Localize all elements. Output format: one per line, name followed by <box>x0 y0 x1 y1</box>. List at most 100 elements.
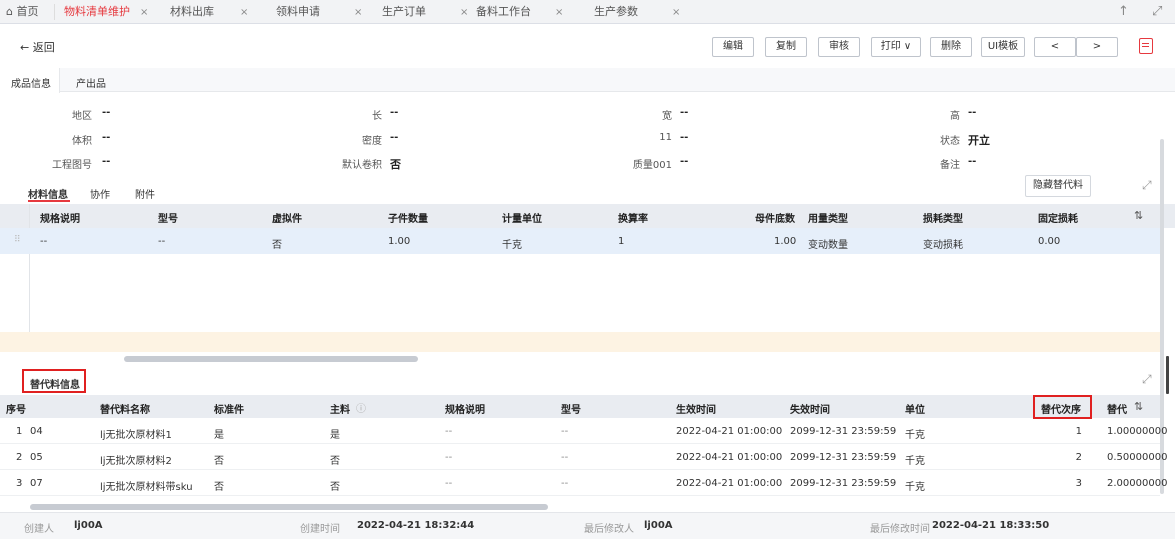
copy-button[interactable]: 复制 <box>765 37 807 57</box>
field-value-density: -- <box>390 132 399 143</box>
tab-production-order[interactable]: 生产订单 × <box>382 0 468 24</box>
back-button[interactable]: ← 返回 <box>20 39 55 55</box>
column-header[interactable]: 损耗类型 <box>923 210 963 225</box>
column-header[interactable]: 虚拟件 <box>272 210 302 225</box>
drag-handle-icon[interactable]: ⠿ <box>14 235 21 245</box>
close-icon[interactable]: × <box>354 7 362 18</box>
field-label-width: 宽 <box>662 111 672 122</box>
column-header[interactable]: 替代 <box>1107 401 1127 416</box>
horizontal-scrollbar[interactable] <box>124 356 418 362</box>
column-header[interactable]: 母件底数 <box>755 210 795 225</box>
prev-button[interactable]: < <box>1034 37 1076 57</box>
main-panel: ← 返回 编辑 复制 审核 打印 ∨ 删除 UI模板 < > 成品信息 产出品 … <box>0 24 1175 551</box>
field-value-status: 开立 <box>968 134 990 147</box>
cell: -- <box>40 236 48 247</box>
close-icon[interactable]: × <box>460 7 468 18</box>
cell: 千克 <box>905 482 925 493</box>
tab-material-outbound[interactable]: 材料出库 × <box>170 0 248 24</box>
tab-product-info[interactable]: 成品信息 <box>11 75 51 90</box>
creator-value: lj00A <box>74 520 103 531</box>
tab-output-products[interactable]: 产出品 <box>76 75 106 90</box>
print-button[interactable]: 打印 ∨ <box>871 37 921 57</box>
field-value-remark: -- <box>968 156 977 167</box>
field-value-volume: -- <box>102 132 111 143</box>
column-header[interactable]: 主料 <box>330 401 350 416</box>
tab-label: 物料清单维护 <box>64 5 130 18</box>
close-icon[interactable]: × <box>555 7 563 18</box>
fullscreen-icon[interactable]: ⤢ <box>1152 4 1162 19</box>
column-header[interactable]: 单位 <box>905 401 925 416</box>
field-label-volume: 体积 <box>72 136 92 147</box>
column-settings-icon[interactable]: ⇅ <box>1134 400 1143 413</box>
field-value-quality001: -- <box>680 156 689 167</box>
cell: 变动数量 <box>808 240 848 251</box>
column-header[interactable]: 计量单位 <box>502 210 542 225</box>
tab-divider <box>54 4 55 20</box>
audit-button[interactable]: 审核 <box>818 37 860 57</box>
cell: 千克 <box>502 240 522 251</box>
tab-attachments[interactable]: 附件 <box>135 186 155 201</box>
cell: 2099-12-31 23:59:59 <box>790 452 897 463</box>
home-icon: ⌂ <box>6 5 13 18</box>
vertical-scrollbar[interactable] <box>1160 139 1164 494</box>
column-header[interactable]: 型号 <box>561 401 581 416</box>
column-settings-icon[interactable]: ⇅ <box>1134 209 1143 222</box>
field-value-drawing-no: -- <box>102 156 111 167</box>
field-label-height: 高 <box>950 111 960 122</box>
cell: 否 <box>214 482 224 493</box>
tab-label: 领料申请 <box>276 5 320 18</box>
notes-icon[interactable] <box>1139 38 1153 54</box>
tab-prep-workbench[interactable]: 备料工作台 × <box>476 0 563 24</box>
cell: -- <box>561 452 569 463</box>
column-header[interactable]: 子件数量 <box>388 210 428 225</box>
field-value-default-roll: 否 <box>390 158 401 171</box>
column-header[interactable]: 生效时间 <box>676 401 716 416</box>
cell: -- <box>158 236 166 247</box>
column-header[interactable]: 规格说明 <box>40 210 80 225</box>
table-row[interactable] <box>0 444 1160 470</box>
row-handle-column <box>0 204 30 334</box>
arrow-up-icon[interactable]: ↑ <box>1118 4 1129 19</box>
field-label-region: 地区 <box>72 111 92 122</box>
tab-material-info[interactable]: 材料信息 <box>28 186 68 201</box>
column-header[interactable]: 固定损耗 <box>1038 210 1078 225</box>
column-header[interactable]: 替代次序 <box>1041 401 1081 416</box>
resize-handle[interactable] <box>1166 356 1169 394</box>
cell: 1 <box>16 426 23 437</box>
column-header[interactable]: 序号 <box>6 401 26 416</box>
tab-collaboration[interactable]: 协作 <box>90 186 110 201</box>
column-header[interactable]: 替代料名称 <box>100 401 150 416</box>
cell: 否 <box>330 456 340 467</box>
delete-button[interactable]: 删除 <box>930 37 972 57</box>
tab-bom-maintenance[interactable]: 物料清单维护 × <box>64 0 148 24</box>
cell: 千克 <box>905 430 925 441</box>
cell: 07 <box>30 478 43 489</box>
tab-home[interactable]: ⌂ 首页 <box>6 0 38 24</box>
edit-button[interactable]: 编辑 <box>712 37 754 57</box>
close-icon[interactable]: × <box>140 7 148 18</box>
cell: lj无批次原材料1 <box>100 430 172 441</box>
close-icon[interactable]: × <box>672 7 680 18</box>
cell: 是 <box>214 430 224 441</box>
tab-material-request[interactable]: 领料申请 × <box>276 0 362 24</box>
next-button[interactable]: > <box>1076 37 1118 57</box>
expand-icon[interactable]: ⤢ <box>1142 372 1152 387</box>
table-row[interactable] <box>0 228 1160 254</box>
column-header[interactable]: 失效时间 <box>790 401 830 416</box>
horizontal-scrollbar[interactable] <box>30 504 548 510</box>
hide-substitutes-button[interactable]: 隐藏替代料 <box>1025 175 1091 197</box>
tab-production-params[interactable]: 生产参数 × <box>594 0 680 24</box>
info-icon[interactable]: ⓘ <box>356 400 366 415</box>
expand-icon[interactable]: ⤢ <box>1142 178 1152 193</box>
column-header[interactable]: 换算率 <box>618 210 648 225</box>
cell: 3 <box>1075 478 1082 489</box>
ui-template-button[interactable]: UI模板 <box>981 37 1025 57</box>
close-icon[interactable]: × <box>240 7 248 18</box>
modifier-label: 最后修改人 <box>584 524 634 535</box>
column-header[interactable]: 型号 <box>158 210 178 225</box>
substitute-section-title[interactable]: 替代料信息 <box>30 376 80 391</box>
column-header[interactable]: 标准件 <box>214 401 244 416</box>
column-header[interactable]: 用量类型 <box>808 210 848 225</box>
table-row[interactable] <box>0 418 1160 444</box>
column-header[interactable]: 规格说明 <box>445 401 485 416</box>
